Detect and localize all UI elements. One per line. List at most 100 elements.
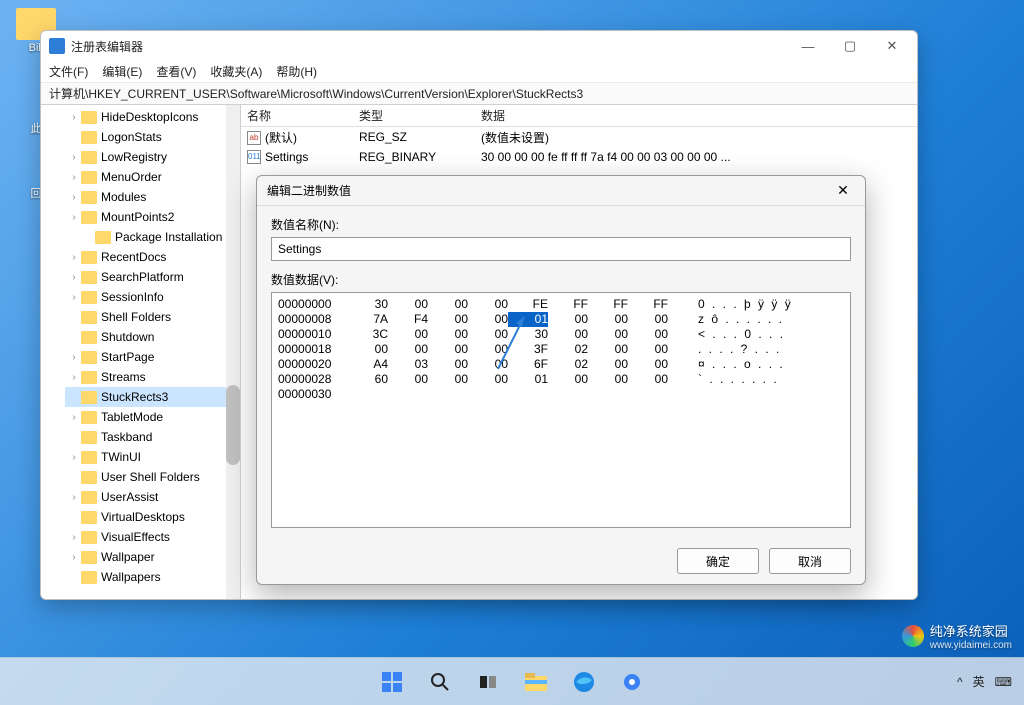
folder-icon xyxy=(81,331,97,344)
list-header: 名称 类型 数据 xyxy=(241,105,917,127)
taskbar: ^ 英 ⌨ xyxy=(0,657,1024,705)
windows-icon xyxy=(382,672,402,692)
folder-icon xyxy=(81,311,97,324)
tree-item[interactable]: ›MountPoints2 xyxy=(65,207,240,227)
hex-row[interactable]: 0000000030000000FEFFFFFF0 . . . þ ÿ ÿ ÿ xyxy=(278,297,844,312)
value-name-label: 数值名称(N): xyxy=(271,216,851,233)
folder-icon xyxy=(81,191,97,204)
hex-editor[interactable]: 0000000030000000FEFFFFFF0 . . . þ ÿ ÿ ÿ0… xyxy=(271,292,851,528)
folder-icon xyxy=(81,291,97,304)
folder-icon xyxy=(81,471,97,484)
tree-item[interactable]: Package Installation xyxy=(65,227,240,247)
folder-icon xyxy=(81,571,97,584)
menu-help[interactable]: 帮助(H) xyxy=(276,63,317,80)
folder-icon xyxy=(81,511,97,524)
tray-chevron-icon[interactable]: ^ xyxy=(957,675,963,689)
tree-item[interactable]: ›HideDesktopIcons xyxy=(65,107,240,127)
folder-icon xyxy=(81,131,97,144)
menu-favorites[interactable]: 收藏夹(A) xyxy=(210,63,262,80)
search-icon xyxy=(430,672,450,692)
regedit-icon xyxy=(49,38,65,54)
folder-icon xyxy=(81,431,97,444)
tree-item[interactable]: ›SearchPlatform xyxy=(65,267,240,287)
address-bar[interactable]: 计算机\HKEY_CURRENT_USER\Software\Microsoft… xyxy=(41,83,917,105)
hex-row[interactable]: 00000018000000003F020000. . . . ? . . . xyxy=(278,342,844,357)
list-row[interactable]: 011SettingsREG_BINARY30 00 00 00 fe ff f… xyxy=(241,147,917,167)
edge-button[interactable] xyxy=(564,662,604,702)
minimize-button[interactable]: — xyxy=(787,31,829,61)
tree-item[interactable]: ›SessionInfo xyxy=(65,287,240,307)
hex-row[interactable]: 000000286000000001000000` . . . . . . . xyxy=(278,372,844,387)
list-row[interactable]: ab(默认)REG_SZ(数值未设置) xyxy=(241,127,917,147)
folder-icon xyxy=(81,151,97,164)
tree-item[interactable]: StuckRects3 xyxy=(65,387,240,407)
folder-icon xyxy=(81,531,97,544)
value-name-input[interactable] xyxy=(271,237,851,261)
tree-item[interactable]: ›Wallpaper xyxy=(65,547,240,567)
close-button[interactable]: ✕ xyxy=(871,31,913,61)
folder-icon xyxy=(81,551,97,564)
cancel-button[interactable]: 取消 xyxy=(769,548,851,574)
folder-icon xyxy=(81,271,97,284)
folder-icon xyxy=(81,451,97,464)
tree-item[interactable]: ›LowRegistry xyxy=(65,147,240,167)
tree-item[interactable]: ›TabletMode xyxy=(65,407,240,427)
dialog-title: 编辑二进制数值 xyxy=(267,182,831,199)
tree-item[interactable]: ›RecentDocs xyxy=(65,247,240,267)
tree-item[interactable]: User Shell Folders xyxy=(65,467,240,487)
watermark-logo-icon xyxy=(902,625,924,647)
gear-icon xyxy=(622,672,642,692)
folder-icon xyxy=(525,673,547,691)
tree-item[interactable]: ›TWinUI xyxy=(65,447,240,467)
taskview-icon xyxy=(478,672,498,692)
edge-icon xyxy=(573,671,595,693)
folder-icon xyxy=(81,111,97,124)
tree-item[interactable]: ›VisualEffects xyxy=(65,527,240,547)
tree-item[interactable]: ›UserAssist xyxy=(65,487,240,507)
search-button[interactable] xyxy=(420,662,460,702)
folder-icon xyxy=(81,491,97,504)
tree-item[interactable]: Taskband xyxy=(65,427,240,447)
tree-item[interactable]: Shell Folders xyxy=(65,307,240,327)
folder-icon xyxy=(81,251,97,264)
tree-item[interactable]: Shutdown xyxy=(65,327,240,347)
menu-edit[interactable]: 编辑(E) xyxy=(102,63,142,80)
taskview-button[interactable] xyxy=(468,662,508,702)
watermark: 纯净系统家园 www.yidaimei.com xyxy=(902,621,1012,651)
tree-item[interactable]: Wallpapers xyxy=(65,567,240,587)
hex-row[interactable]: 00000020A40300006F020000¤ . . . o . . . xyxy=(278,357,844,372)
dialog-close-button[interactable]: ✕ xyxy=(831,182,855,199)
titlebar: 注册表编辑器 — ▢ ✕ xyxy=(41,31,917,61)
tree-item[interactable]: LogonStats xyxy=(65,127,240,147)
folder-icon xyxy=(81,171,97,184)
tree-item[interactable]: VirtualDesktops xyxy=(65,507,240,527)
window-title: 注册表编辑器 xyxy=(71,38,787,55)
registry-tree[interactable]: ›HideDesktopIconsLogonStats›LowRegistry›… xyxy=(41,105,241,599)
folder-icon xyxy=(95,231,111,244)
start-button[interactable] xyxy=(372,662,412,702)
menubar: 文件(F) 编辑(E) 查看(V) 收藏夹(A) 帮助(H) xyxy=(41,61,917,83)
settings-button[interactable] xyxy=(612,662,652,702)
tree-scrollbar[interactable] xyxy=(226,105,240,599)
explorer-button[interactable] xyxy=(516,662,556,702)
folder-icon xyxy=(81,211,97,224)
hex-row[interactable]: 00000030 xyxy=(278,387,844,402)
folder-icon xyxy=(81,391,97,404)
tree-item[interactable]: ›MenuOrder xyxy=(65,167,240,187)
maximize-button[interactable]: ▢ xyxy=(829,31,871,61)
tree-item[interactable]: ›Modules xyxy=(65,187,240,207)
edit-binary-dialog: 编辑二进制数值 ✕ 数值名称(N): 数值数据(V): 000000003000… xyxy=(256,175,866,585)
folder-icon xyxy=(81,371,97,384)
folder-icon xyxy=(81,351,97,364)
hex-row[interactable]: 000000087AF4000001000000z ô . . . . . . xyxy=(278,312,844,327)
tree-item[interactable]: ›StartPage xyxy=(65,347,240,367)
hex-row[interactable]: 000000103C00000030000000< . . . 0 . . . xyxy=(278,327,844,342)
tree-item[interactable]: ›Streams xyxy=(65,367,240,387)
menu-file[interactable]: 文件(F) xyxy=(49,63,88,80)
ok-button[interactable]: 确定 xyxy=(677,548,759,574)
menu-view[interactable]: 查看(V) xyxy=(156,63,196,80)
folder-icon xyxy=(81,411,97,424)
tray-language[interactable]: 英 xyxy=(973,673,985,690)
tray-ime-icon[interactable]: ⌨ xyxy=(995,675,1012,689)
value-data-label: 数值数据(V): xyxy=(271,271,851,288)
